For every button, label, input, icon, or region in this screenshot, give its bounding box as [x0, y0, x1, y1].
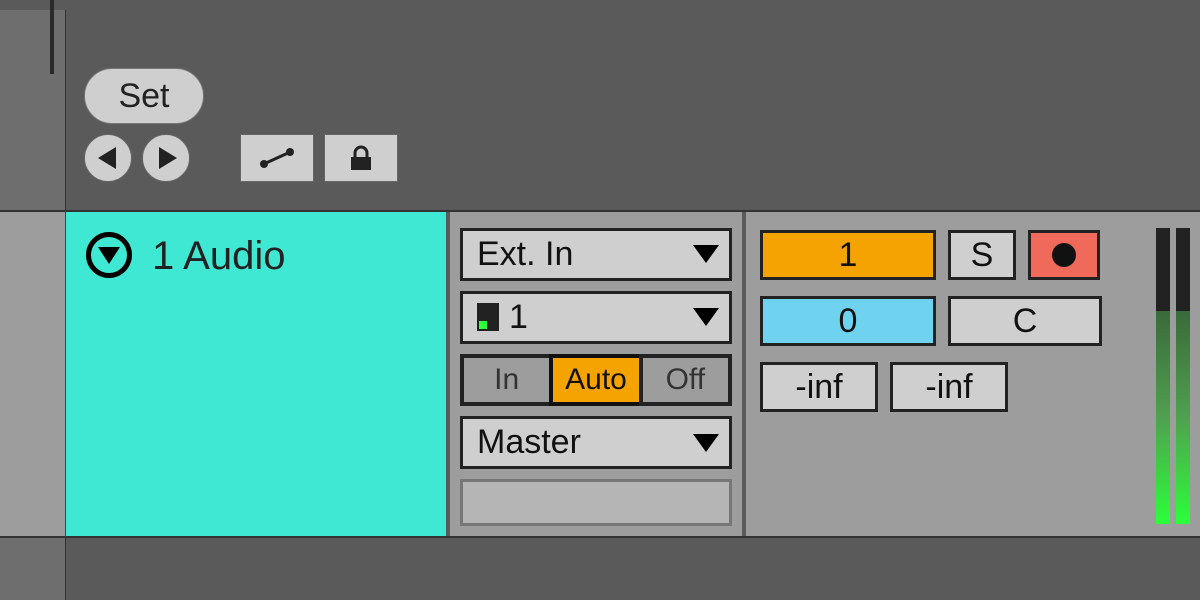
- left-gutter-trackzone: [0, 210, 66, 538]
- lock-envelopes-button[interactable]: [324, 134, 398, 182]
- io-panel: Ext. In 1 In Auto Off Master: [450, 212, 746, 536]
- channel-signal-icon: [477, 303, 499, 331]
- input-type-dropdown[interactable]: Ext. In: [460, 228, 732, 281]
- level-meter-right: [1176, 228, 1190, 524]
- mixer-panel: 1 S 0 C -inf -inf: [746, 212, 1200, 536]
- automation-envelope-icon: [258, 147, 296, 169]
- input-channel-dropdown[interactable]: 1: [460, 291, 732, 344]
- monitor-auto-button[interactable]: Auto: [549, 354, 642, 407]
- track-header[interactable]: 1 Audio: [66, 212, 450, 536]
- level-meter-left: [1156, 228, 1170, 524]
- volume-value-right[interactable]: -inf: [890, 362, 1008, 412]
- playhead-marker: [50, 0, 54, 74]
- chevron-down-icon: [693, 308, 719, 326]
- nav-forward-button[interactable]: [142, 134, 190, 182]
- automation-mode-button[interactable]: [240, 134, 314, 182]
- chevron-down-icon: [693, 434, 719, 452]
- input-type-value: Ext. In: [477, 235, 573, 274]
- track-row: 1 Audio Ext. In 1 In Auto Off Master 1 S: [66, 210, 1200, 538]
- track-fold-button[interactable]: [86, 232, 132, 278]
- arrow-left-icon: [98, 147, 116, 169]
- monitor-in-button[interactable]: In: [460, 354, 553, 407]
- bottom-bar: [66, 538, 1200, 600]
- record-arm-button[interactable]: [1028, 230, 1100, 280]
- output-routing-value: Master: [477, 423, 581, 462]
- output-channel-slot[interactable]: [460, 479, 732, 526]
- volume-value-left[interactable]: -inf: [760, 362, 878, 412]
- crossfade-assign-button[interactable]: C: [948, 296, 1102, 346]
- nav-back-button[interactable]: [84, 134, 132, 182]
- output-routing-dropdown[interactable]: Master: [460, 416, 732, 469]
- chevron-down-icon: [98, 247, 120, 264]
- arrow-right-icon: [159, 147, 177, 169]
- nav-toolbar: [84, 134, 398, 182]
- set-button[interactable]: Set: [84, 68, 204, 124]
- track-title[interactable]: 1 Audio: [152, 234, 285, 279]
- send-a-knob[interactable]: 0: [760, 296, 936, 346]
- record-icon: [1052, 243, 1076, 267]
- monitor-selector: In Auto Off: [460, 354, 732, 407]
- lock-icon: [347, 144, 375, 172]
- chevron-down-icon: [693, 245, 719, 263]
- track-activator-button[interactable]: 1: [760, 230, 936, 280]
- input-channel-value: 1: [509, 298, 528, 337]
- solo-button[interactable]: S: [948, 230, 1016, 280]
- monitor-off-button[interactable]: Off: [639, 354, 732, 407]
